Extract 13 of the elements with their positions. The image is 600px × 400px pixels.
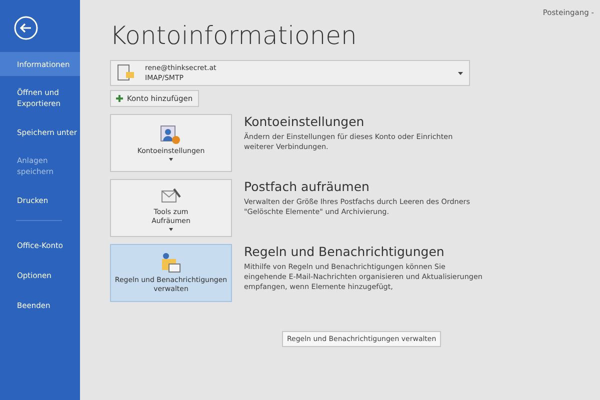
page-title: Kontoinformationen — [110, 21, 358, 50]
mailbox-cleanup-icon — [160, 186, 182, 206]
caret-icon — [169, 228, 173, 230]
section-heading: Kontoeinstellungen — [244, 114, 366, 129]
account-settings-icon — [160, 125, 182, 145]
section-heading: Regeln und Benachrichtigungen — [244, 244, 446, 259]
account-icon — [117, 64, 135, 82]
back-icon[interactable] — [14, 16, 38, 40]
rules-folder-icon — [160, 252, 182, 274]
caret-icon — [169, 158, 173, 161]
plus-icon — [116, 95, 123, 102]
caret-icon — [458, 72, 463, 74]
section-heading: Postfach aufräumen — [244, 179, 370, 194]
